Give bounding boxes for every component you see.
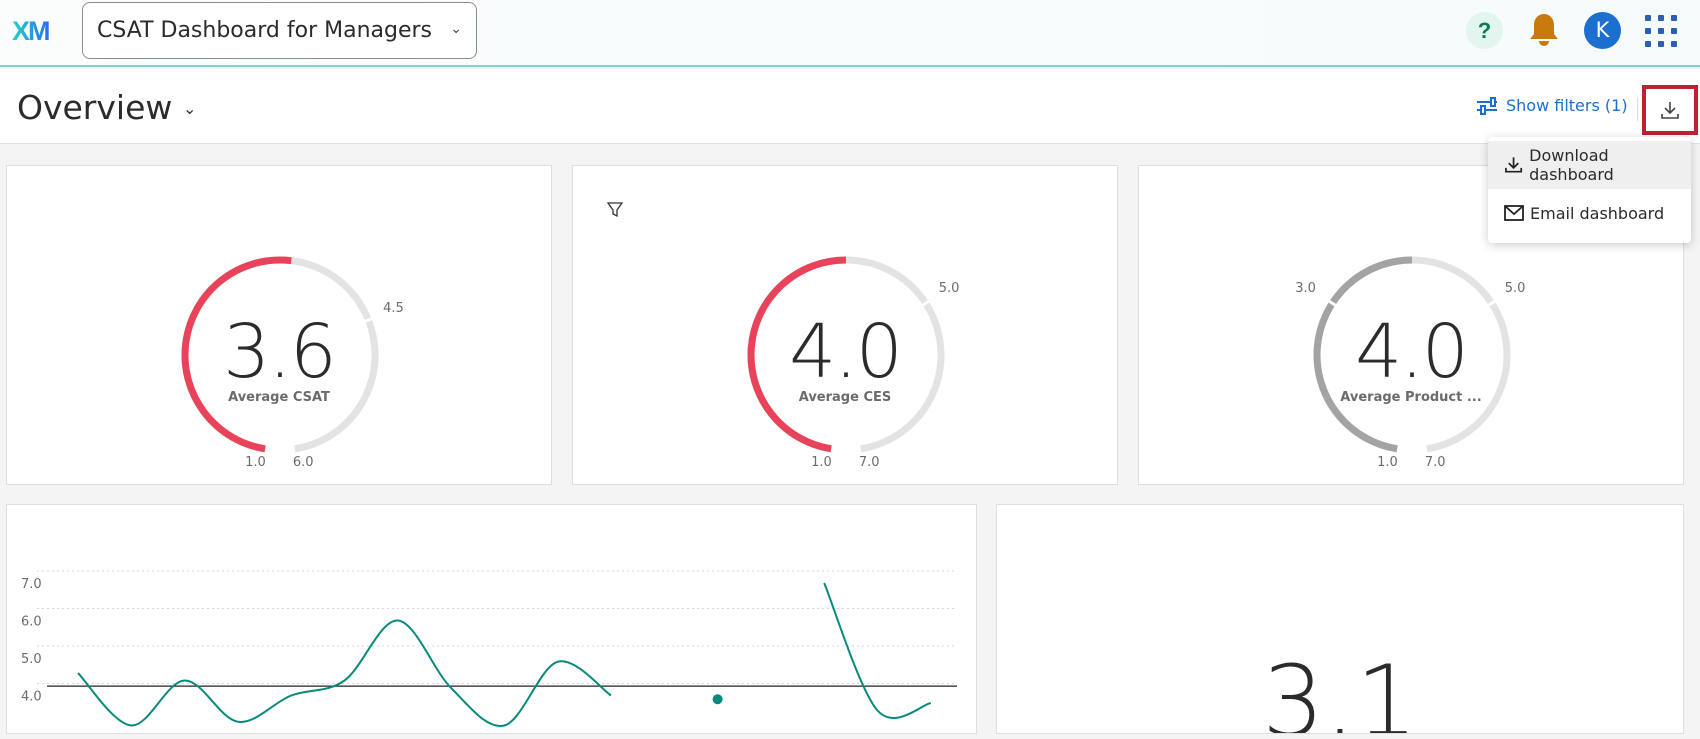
avatar[interactable]: K [1584, 12, 1621, 49]
line-chart: 7.0 6.0 5.0 4.0 [21, 570, 957, 727]
gauge-threshold-label: 3.0 [1295, 281, 1316, 297]
top-bar: XM CSAT Dashboard for Managers ⌄ ? K [0, 0, 1700, 67]
download-icon [1505, 157, 1523, 173]
chevron-down-icon: ⌄ [450, 21, 462, 37]
gauge-card: 4.0 Average CES 1.0 7.0 5.0 [572, 165, 1118, 485]
y-tick-label: 6.0 [21, 615, 42, 630]
download-icon [1661, 102, 1679, 119]
mail-icon [1504, 205, 1524, 221]
gauge-value: 4.0 [789, 309, 903, 395]
notifications-bell-icon[interactable] [1528, 12, 1560, 52]
dashboard-select[interactable]: CSAT Dashboard for Managers ⌄ [82, 2, 477, 59]
filter-sliders-icon [1477, 96, 1497, 115]
menu-item-email-dashboard[interactable]: Email dashboard [1488, 189, 1691, 237]
gauge-label: Average CSAT [228, 390, 330, 405]
show-filters-label: Show filters (1) [1506, 96, 1628, 115]
help-button[interactable]: ? [1466, 12, 1503, 49]
gauge-value: 3.6 [223, 309, 337, 395]
line-chart-card: 7.0 6.0 5.0 4.0 [6, 504, 977, 734]
chevron-down-icon[interactable]: ⌄ [183, 99, 196, 118]
show-filters-button[interactable]: Show filters (1) [1476, 96, 1628, 115]
gauge-threshold-label: 4.5 [383, 301, 404, 317]
gauge-value: 4.0 [1355, 309, 1469, 395]
y-tick-label: 7.0 [21, 577, 42, 592]
data-point [712, 694, 723, 705]
series-line [823, 582, 932, 719]
xm-logo[interactable]: XM [12, 16, 50, 47]
gauge-label: Average CES [798, 390, 892, 405]
series-line [77, 619, 612, 727]
menu-item-label: Email dashboard [1530, 203, 1665, 223]
gauge-label: Average Product ... [1340, 390, 1482, 405]
menu-item-download-dashboard[interactable]: Download dashboard [1488, 141, 1691, 189]
y-tick-label: 5.0 [21, 652, 42, 667]
apps-grid-icon[interactable] [1645, 15, 1677, 47]
gauge-min-label: 1.0 [245, 455, 266, 470]
download-button[interactable] [1642, 85, 1698, 135]
gauge-threshold-label: 5.0 [938, 281, 960, 297]
gauge-min-label: 1.0 [811, 455, 832, 470]
gauge-max-label: 7.0 [858, 455, 880, 470]
divider [1637, 97, 1638, 121]
gauge-max-label: 7.0 [1424, 455, 1446, 470]
kpi-value: 3.1 [1262, 645, 1418, 734]
menu-item-label: Download dashboard [1529, 146, 1614, 184]
gauge-threshold-label: 5.0 [1504, 281, 1526, 297]
gauge-card: 3.6 Average CSAT 1.0 6.0 4.5 [6, 165, 552, 485]
gauge-max-label: 6.0 [292, 455, 314, 470]
download-menu: Download dashboard Email dashboard [1488, 137, 1691, 243]
gauge-min-label: 1.0 [1377, 455, 1398, 470]
kpi-card: 3.1 [996, 504, 1684, 734]
y-tick-label: 4.0 [21, 690, 42, 705]
page-header: Overview ⌄ Show filters (1) [0, 69, 1700, 144]
dashboard-select-value: CSAT Dashboard for Managers [97, 18, 432, 43]
page-title[interactable]: Overview [17, 88, 172, 127]
